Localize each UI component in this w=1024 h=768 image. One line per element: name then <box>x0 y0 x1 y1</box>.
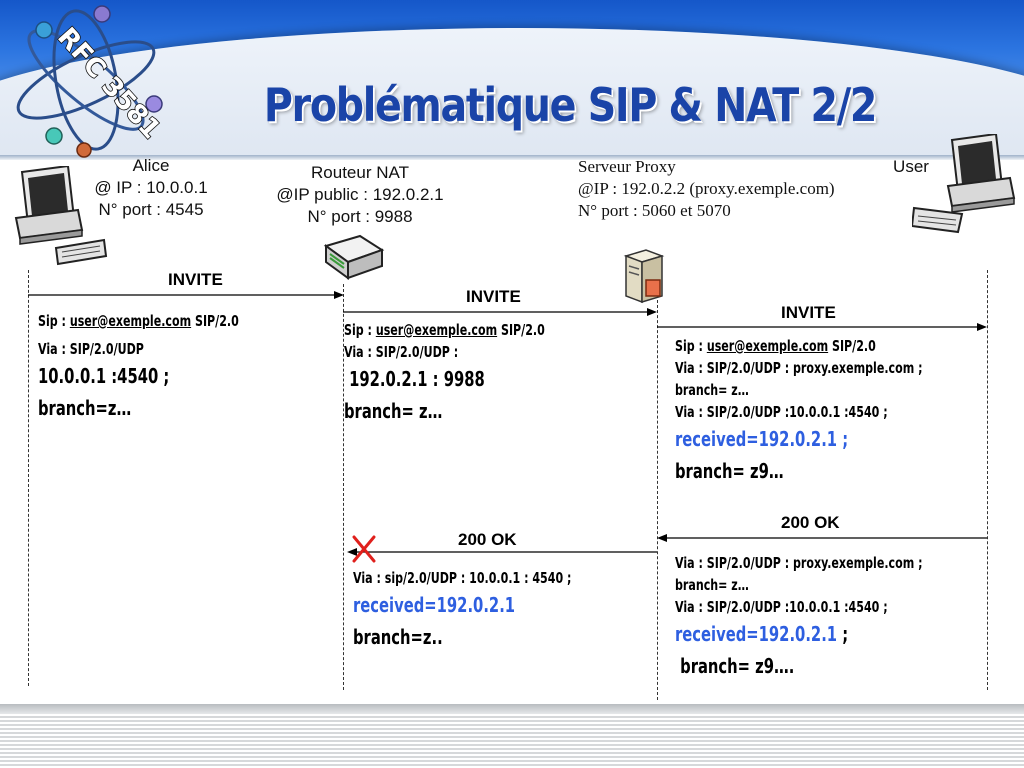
via-line: Via : SIP/2.0/UDP : <box>344 343 459 361</box>
branch-line-2: branch= z9… <box>675 459 784 483</box>
proxy-name: Serveur Proxy <box>578 157 676 176</box>
rfc-logo: RFC 3581 <box>16 5 167 158</box>
lifeline-user <box>987 270 988 690</box>
sip-prefix: Sip : <box>344 321 376 339</box>
proxy-ip: @IP : 192.0.2.2 (proxy.exemple.com) <box>578 179 835 198</box>
sip-suffix: SIP/2.0 <box>191 312 239 330</box>
router-icon <box>323 234 385 280</box>
received-value: received=192.0.2.1 <box>675 622 838 646</box>
label-ok-2: 200 OK <box>458 530 517 549</box>
addr-line: 10.0.0.1 :4540 ; <box>38 364 170 388</box>
received-line: received=192.0.2.1 ; <box>675 427 849 451</box>
server-icon <box>623 249 665 304</box>
sip-line: Sip : user@exemple.com SIP/2.0 <box>344 319 545 341</box>
branch-line: branch=z… <box>38 396 132 420</box>
sip-prefix: Sip : <box>38 312 70 330</box>
branch-line-2: branch= z9…. <box>675 654 795 678</box>
sip-suffix: SIP/2.0 <box>828 337 876 355</box>
arrow-ok-1 <box>657 534 987 542</box>
via-line: Via : sip/2.0/UDP : 10.0.0.1 : 4540 ; <box>353 569 572 587</box>
branch-line-1: branch= z… <box>675 381 749 399</box>
label-ok-1: 200 OK <box>781 513 840 532</box>
branch-line: branch= z… <box>344 399 443 423</box>
via-line-1: Via : SIP/2.0/UDP : proxy.exemple.com ; <box>675 554 923 572</box>
via-line-2: Via : SIP/2.0/UDP :10.0.0.1 :4540 ; <box>675 403 888 421</box>
nat-ip: @IP public : 192.0.2.1 <box>276 185 444 204</box>
alice-name: Alice <box>132 156 170 175</box>
nat-invite-headers: Sip : user@exemple.com SIP/2.0 Via : SIP… <box>344 319 589 427</box>
via-line: Via : SIP/2.0/UDP <box>38 340 144 358</box>
sip-line: Sip : user@exemple.com SIP/2.0 <box>675 335 922 357</box>
alice-ip: @ IP : 10.0.0.1 <box>94 178 208 197</box>
footer-bar <box>0 704 1024 768</box>
sip-uri: user@exemple.com <box>69 312 192 330</box>
label-invite-1: INVITE <box>168 270 223 289</box>
proxy-port: N° port : 5060 et 5070 <box>578 201 731 220</box>
branch-line-1: branch= z… <box>675 576 749 594</box>
via-line-1: Via : SIP/2.0/UDP : proxy.exemple.com ; <box>675 359 923 377</box>
proxy-ok-headers: Via : sip/2.0/UDP : 10.0.0.1 : 4540 ; re… <box>353 567 619 653</box>
alice-info: Alice @ IP : 10.0.0.1 N° port : 4545 <box>76 155 226 221</box>
user-ok-headers: Via : SIP/2.0/UDP : proxy.exemple.com ; … <box>675 552 977 682</box>
via-line-2: Via : SIP/2.0/UDP :10.0.0.1 :4540 ; <box>675 598 888 616</box>
alice-port: N° port : 4545 <box>98 200 204 219</box>
lifeline-proxy <box>657 300 658 700</box>
received-line: received=192.0.2.1 <box>353 593 516 617</box>
nat-port: N° port : 9988 <box>307 207 413 226</box>
nat-name: Routeur NAT <box>311 163 409 182</box>
lifeline-alice <box>28 270 29 686</box>
page-title: Problématique SIP & NAT 2/2 <box>263 78 877 132</box>
sip-uri: user@exemple.com <box>706 337 829 355</box>
arrow-invite-2 <box>343 308 657 316</box>
nat-info: Routeur NAT @IP public : 192.0.2.1 N° po… <box>255 162 465 228</box>
received-suffix: ; <box>837 622 849 646</box>
red-x-icon <box>352 535 376 563</box>
sip-line: Sip : user@exemple.com SIP/2.0 <box>38 310 239 332</box>
label-invite-3: INVITE <box>781 303 836 322</box>
branch-line: branch=z.. <box>353 625 443 649</box>
arrow-invite-1 <box>28 291 344 299</box>
sip-prefix: Sip : <box>675 337 707 355</box>
received-line: received=192.0.2.1 ; <box>675 618 922 650</box>
alice-invite-headers: Sip : user@exemple.com SIP/2.0 Via : SIP… <box>38 310 283 424</box>
proxy-invite-headers: Sip : user@exemple.com SIP/2.0 Via : SIP… <box>675 335 977 487</box>
computer-icon <box>912 134 1016 234</box>
addr-line: 192.0.2.1 : 9988 <box>344 367 485 391</box>
sip-suffix: SIP/2.0 <box>497 321 545 339</box>
sip-uri: user@exemple.com <box>375 321 498 339</box>
proxy-info: Serveur Proxy @IP : 192.0.2.2 (proxy.exe… <box>578 156 898 222</box>
label-invite-2: INVITE <box>466 287 521 306</box>
